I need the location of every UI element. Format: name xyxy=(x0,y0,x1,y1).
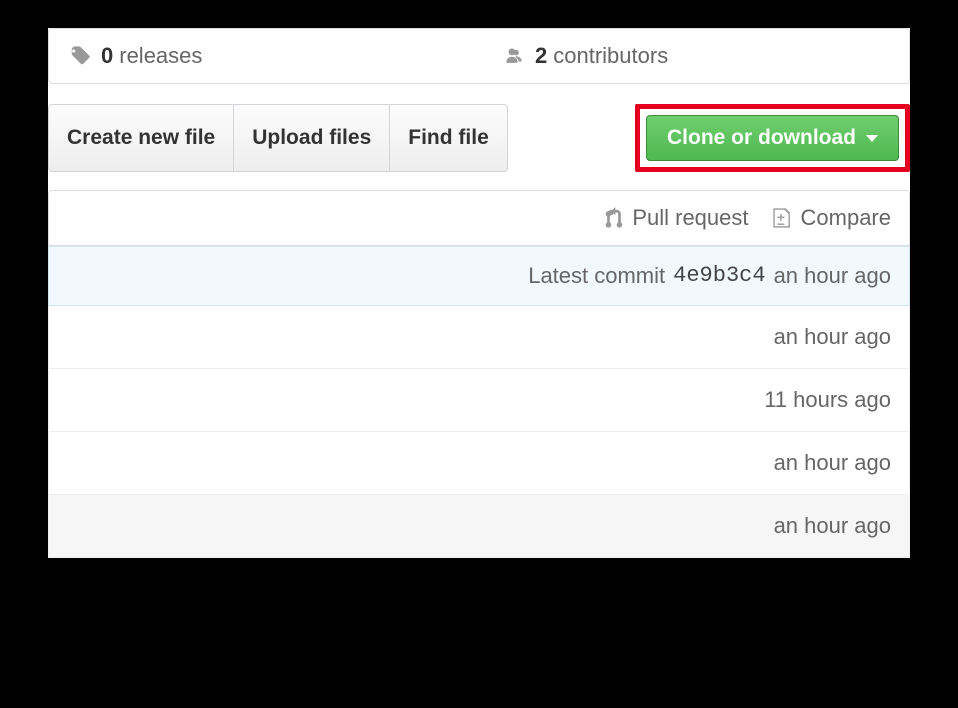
file-time: an hour ago xyxy=(774,450,891,476)
file-row[interactable]: 11 hours ago xyxy=(48,369,910,432)
file-time: 11 hours ago xyxy=(764,387,891,413)
contributors-label: contributors xyxy=(553,43,668,69)
actions-row: Create new file Upload files Find file C… xyxy=(48,104,910,172)
file-row[interactable]: an hour ago xyxy=(48,306,910,369)
file-time: an hour ago xyxy=(774,324,891,350)
spacer xyxy=(508,104,635,172)
repo-panel: 0 releases 2 contributors Create new fil… xyxy=(48,28,910,558)
people-icon xyxy=(499,45,525,67)
contributors-count: 2 xyxy=(535,43,547,69)
code-toolbar: Pull request Compare xyxy=(48,190,910,246)
commit-time: an hour ago xyxy=(774,263,891,289)
file-time: an hour ago xyxy=(774,513,891,539)
releases-count: 0 xyxy=(101,43,113,69)
compare-link[interactable]: Compare xyxy=(773,205,891,231)
clone-label: Clone or download xyxy=(667,126,856,150)
file-row[interactable]: an hour ago xyxy=(48,495,910,558)
contributors-stat[interactable]: 2 contributors xyxy=(479,29,909,83)
stats-row: 0 releases 2 contributors xyxy=(48,28,910,84)
latest-commit-row: Latest commit 4e9b3c4 an hour ago xyxy=(48,246,910,306)
releases-stat[interactable]: 0 releases xyxy=(49,29,479,83)
pull-request-label: Pull request xyxy=(632,205,748,231)
file-row[interactable]: an hour ago xyxy=(48,432,910,495)
latest-commit-prefix: Latest commit xyxy=(528,263,665,289)
caret-down-icon xyxy=(866,135,878,142)
find-file-button[interactable]: Find file xyxy=(390,104,508,172)
tag-icon xyxy=(69,45,91,67)
clone-download-button[interactable]: Clone or download xyxy=(646,115,899,161)
pull-request-icon xyxy=(604,207,624,229)
create-file-button[interactable]: Create new file xyxy=(48,104,234,172)
commit-sha[interactable]: 4e9b3c4 xyxy=(673,263,765,289)
clone-highlight: Clone or download xyxy=(635,104,910,172)
pull-request-link[interactable]: Pull request xyxy=(604,205,748,231)
upload-files-button[interactable]: Upload files xyxy=(234,104,390,172)
file-actions-group: Create new file Upload files Find file xyxy=(48,104,508,172)
compare-label: Compare xyxy=(801,205,891,231)
releases-label: releases xyxy=(119,43,202,69)
diff-icon xyxy=(773,207,793,229)
